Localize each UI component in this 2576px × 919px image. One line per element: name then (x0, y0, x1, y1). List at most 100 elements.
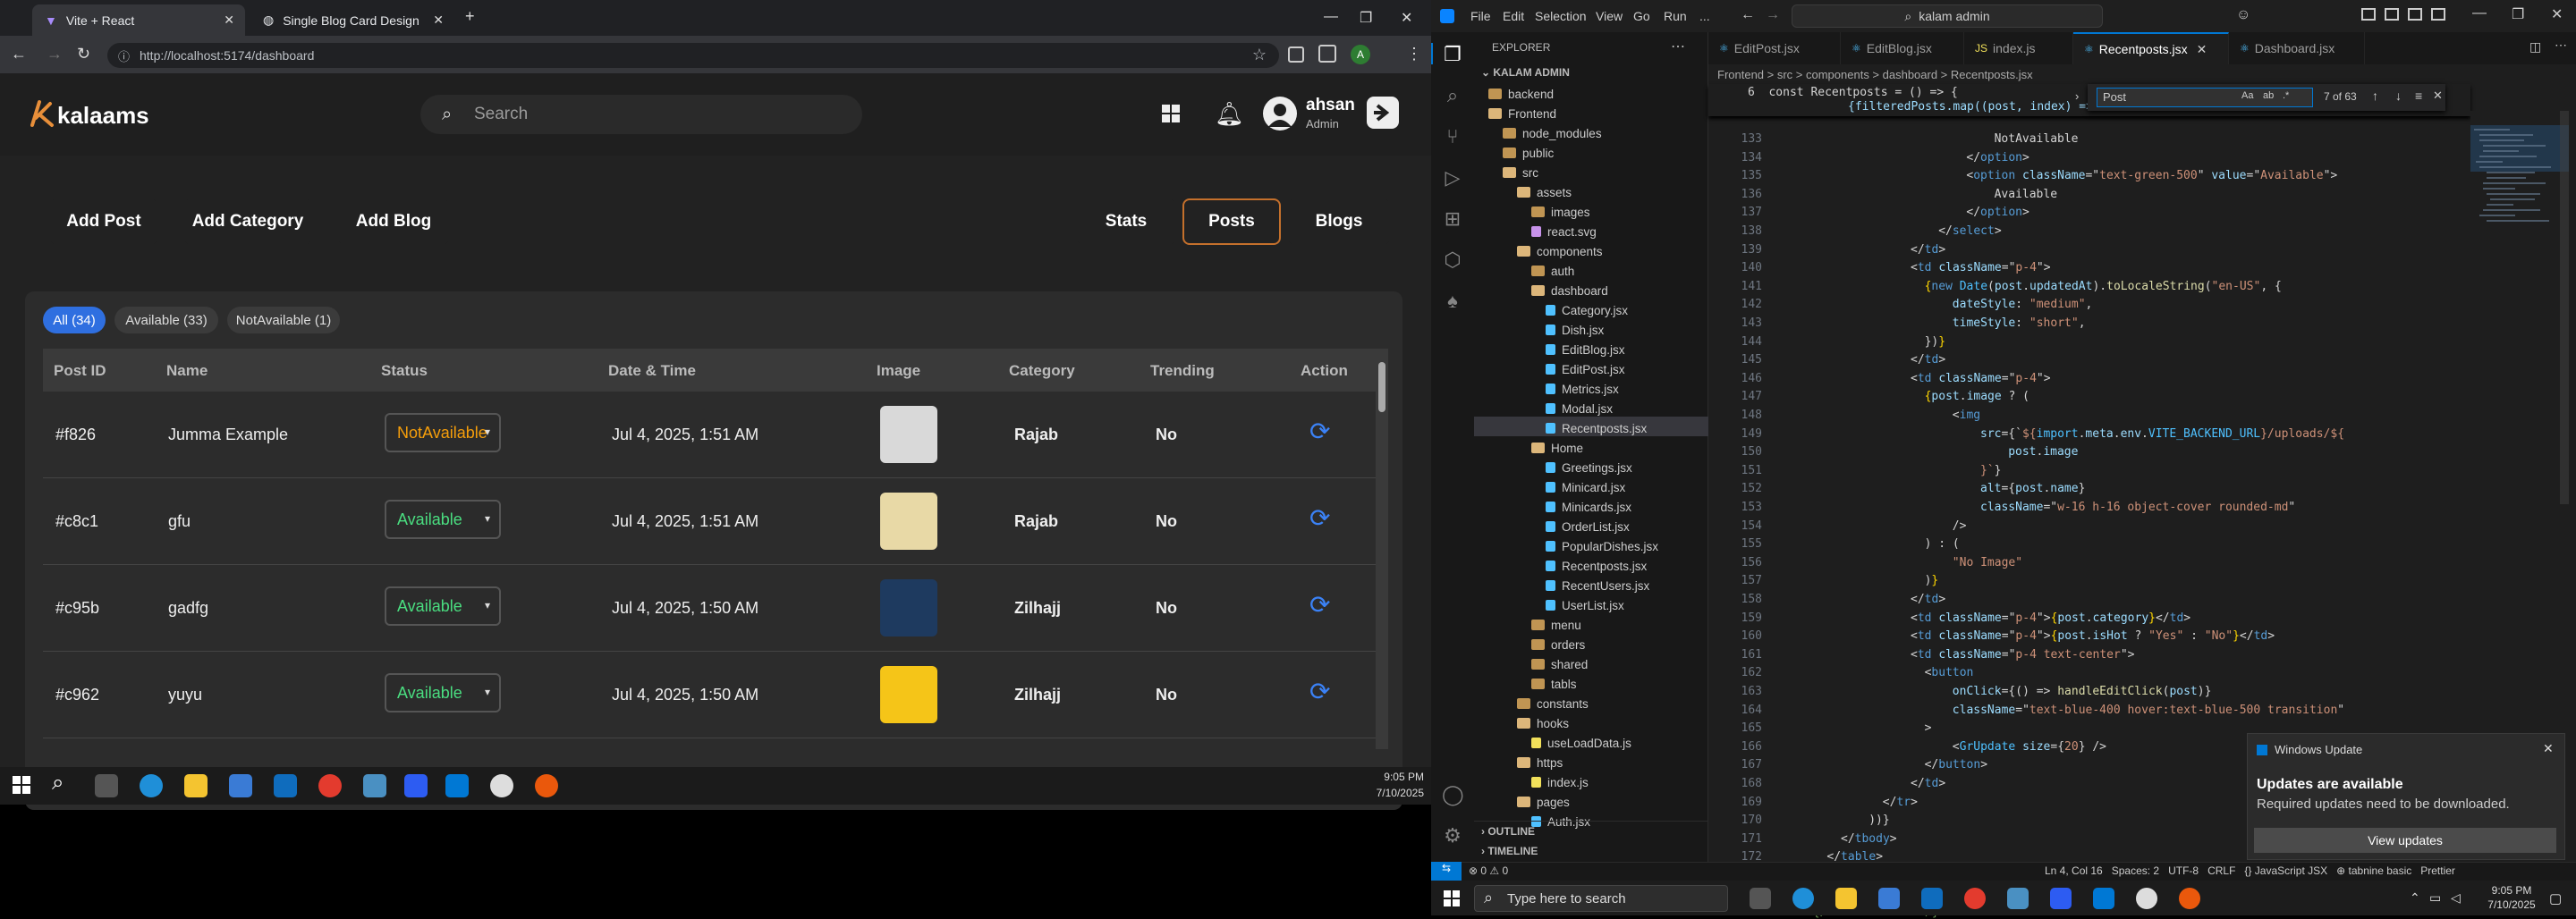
settings-gear-icon[interactable]: ⚙ (1442, 824, 1463, 847)
address-bar[interactable]: ⓘ http://localhost:5174/dashboard ☆ (107, 43, 1279, 68)
code-line[interactable]: NotAvailable (1995, 132, 2079, 146)
tree-item[interactable]: Recentposts.jsx (1546, 560, 1647, 573)
add-category-button[interactable]: Add Category (184, 198, 311, 245)
code-line[interactable]: {new Date(post.updatedAt).toLocaleString… (1925, 280, 2282, 293)
bookmark-star-icon[interactable]: ☆ (1252, 46, 1267, 64)
volume-icon[interactable]: ◁ (2451, 890, 2461, 906)
code-line[interactable]: className="text-blue-400 hover:text-blue… (1953, 704, 2344, 717)
minimize-button[interactable]: — (1324, 9, 1338, 25)
toggle-panel-icon[interactable] (2408, 8, 2422, 21)
explorer-more-icon[interactable]: ⋯ (1671, 38, 1685, 55)
code-line[interactable]: src={`${import.meta.env.VITE_BACKEND_URL… (1980, 427, 2344, 441)
tree-item[interactable]: Greetings.jsx (1546, 461, 1632, 475)
code-line[interactable]: <td className="p-4"> (1911, 372, 2051, 385)
tree-item[interactable]: assets (1517, 186, 1572, 199)
postman-icon[interactable] (2179, 888, 2200, 909)
chrome-icon[interactable] (1964, 888, 1986, 909)
layout-toggle-icon[interactable] (2361, 8, 2376, 21)
whole-word-icon[interactable]: ab (2263, 90, 2274, 101)
tree-item[interactable]: Minicard.jsx (1546, 481, 1625, 494)
menu-edit[interactable]: Edit (1503, 9, 1524, 23)
close-icon[interactable]: ✕ (2551, 5, 2563, 23)
account-icon[interactable]: ◯ (1442, 783, 1464, 805)
tree-item[interactable]: constants (1517, 697, 1589, 711)
tree-item[interactable]: Home (1531, 442, 1583, 455)
editor-tab-editpost[interactable]: ⚛ EditPost.jsx (1708, 32, 1841, 64)
tree-item[interactable]: https (1517, 756, 1563, 770)
remote-explorer-icon[interactable]: ⬡ (1442, 249, 1463, 271)
edit-refresh-icon[interactable]: ⟳ (1309, 417, 1330, 446)
site-info-icon[interactable]: ⓘ (118, 47, 130, 64)
status-select[interactable]: NotAvailable ▾ (385, 413, 501, 452)
tree-item[interactable]: src (1503, 166, 1538, 180)
toggle-sidebar-icon[interactable] (2385, 8, 2399, 21)
code-line[interactable]: </select> (1938, 224, 2001, 238)
timeline-section[interactable]: › TIMELINE (1481, 845, 1538, 857)
tree-item[interactable]: index.js (1531, 776, 1589, 789)
code-line[interactable]: </td> (1911, 243, 1945, 257)
status-select[interactable]: Available ▾ (385, 500, 501, 539)
bell-icon[interactable]: 🔔︎ (1215, 100, 1244, 128)
restore-button[interactable]: ❐ (1360, 9, 1372, 27)
browser-tab-blog-card[interactable]: ◍ Single Blog Card Design ✕ (250, 4, 454, 36)
run-debug-icon[interactable]: ▷ (1442, 166, 1463, 189)
browser-menu-icon[interactable]: ⋮ (1406, 45, 1422, 63)
editor-scrollbar[interactable] (2560, 111, 2569, 504)
code-line[interactable]: </td> (1911, 353, 1945, 367)
code-line[interactable]: Available (1995, 188, 2057, 201)
tree-item[interactable]: Recentposts.jsx (1546, 422, 1647, 435)
nav-forward-icon[interactable]: → (1766, 7, 1780, 23)
tree-item[interactable]: Frontend (1488, 107, 1556, 121)
code-line[interactable]: <td className="p-4">{post.category}</td> (1911, 611, 2190, 625)
avatar[interactable] (1263, 97, 1297, 131)
zoom-icon[interactable] (404, 774, 428, 797)
tree-item[interactable]: public (1503, 147, 1554, 160)
task-view-icon[interactable] (95, 774, 118, 797)
tree-item[interactable]: Auth.jsx (1531, 815, 1590, 829)
status-select[interactable]: Available ▾ (385, 673, 501, 712)
reload-icon[interactable]: ↻ (77, 45, 90, 63)
tree-item[interactable]: images (1531, 206, 1590, 219)
code-line[interactable]: onClick={() => handleEditClick(post)} (1953, 685, 2212, 698)
stats-button[interactable]: Stats (1077, 198, 1175, 245)
previous-match-icon[interactable]: ↑ (2372, 89, 2378, 103)
remote-indicator-icon[interactable]: ⇆ (1431, 862, 1462, 881)
network-icon[interactable]: ▭ (2429, 890, 2441, 906)
menu-more[interactable]: ... (1699, 9, 1710, 23)
code-line[interactable]: <button (1925, 666, 1974, 679)
code-line[interactable]: > (1925, 721, 1932, 735)
code-line[interactable]: timeStyle: "short", (1953, 316, 2086, 330)
code-line[interactable]: <td className="p-4"> (1911, 261, 2051, 274)
tree-item[interactable]: Minicards.jsx (1546, 501, 1631, 514)
tree-item[interactable]: backend (1488, 88, 1554, 101)
outlook-icon[interactable] (274, 774, 297, 797)
code-line[interactable]: ) : ( (1925, 537, 1960, 551)
app-icon[interactable] (490, 774, 513, 797)
code-line[interactable]: /> (1953, 519, 1967, 533)
app-icon[interactable] (2136, 888, 2157, 909)
extension-icon[interactable] (1288, 46, 1304, 63)
code-line[interactable]: <td className="p-4 text-center"> (1911, 648, 2134, 662)
edit-refresh-icon[interactable]: ⟳ (1309, 677, 1330, 706)
notification-icon[interactable]: ▢ (2549, 890, 2562, 906)
close-tab-icon[interactable]: ✕ (2197, 42, 2207, 57)
find-input[interactable]: Post (2097, 88, 2313, 107)
app-icon[interactable] (363, 774, 386, 797)
next-match-icon[interactable]: ↓ (2395, 89, 2402, 103)
code-line[interactable]: </tr> (1883, 796, 1918, 809)
status-select[interactable]: Available ▾ (385, 586, 501, 626)
tree-item[interactable]: EditBlog.jsx (1546, 343, 1625, 357)
close-tab-icon[interactable]: ✕ (433, 13, 444, 28)
nav-back-icon[interactable]: ← (1741, 7, 1755, 23)
windows-start-icon[interactable] (13, 776, 30, 794)
tree-item[interactable]: Metrics.jsx (1546, 383, 1619, 396)
editor-tab-recentposts[interactable]: ⚛ Recentposts.jsx ✕ (2073, 32, 2229, 64)
view-updates-button[interactable]: View updates (2254, 828, 2556, 853)
vscode-icon[interactable] (445, 774, 469, 797)
forward-arrow-icon[interactable]: → (47, 45, 63, 63)
toggle-replace-icon[interactable]: › (2075, 89, 2079, 103)
tree-item[interactable]: Category.jsx (1546, 304, 1628, 317)
editor-tab-editblog[interactable]: ⚛ EditBlog.jsx (1841, 32, 1964, 64)
tree-item[interactable]: auth (1531, 265, 1574, 278)
code-line[interactable]: <td className="p-4">{post.isHot ? "Yes" … (1911, 629, 2275, 643)
